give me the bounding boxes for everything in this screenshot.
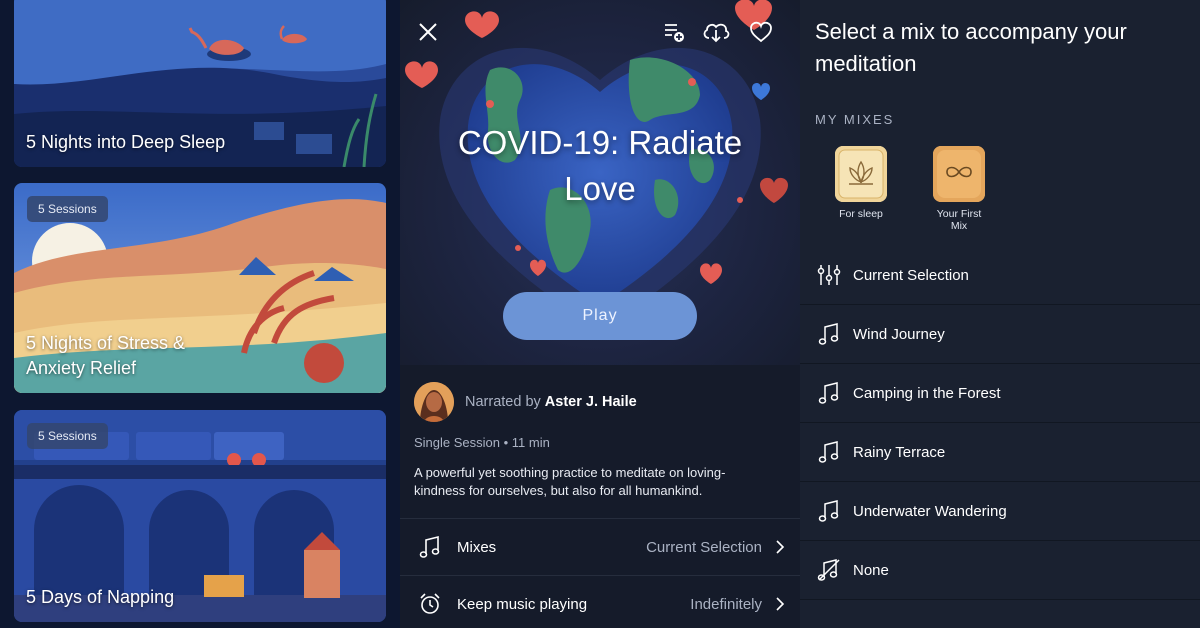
mix-option-label: None	[853, 561, 889, 579]
program-card-title: 5 Nights into Deep Sleep	[26, 132, 226, 152]
avatar	[414, 382, 454, 422]
music-note-icon	[416, 533, 444, 561]
mix-option-label: Underwater Wandering	[853, 502, 1007, 520]
music-off-icon	[816, 557, 842, 583]
program-list: 5 Nights into Deep Sleep 5 Sessions 5 Ni…	[0, 0, 400, 628]
music-note-icon	[816, 439, 842, 465]
mix-selector-heading: Select a mix to accompany your meditatio…	[815, 19, 1127, 76]
narrator-name: Aster J. Haile	[544, 394, 637, 410]
narrator-info[interactable]: Narrated by Aster J. Haile	[414, 382, 637, 422]
mix-option-underwater-wandering[interactable]: Underwater Wandering	[800, 482, 1200, 541]
mix-option-none[interactable]: None	[800, 541, 1200, 600]
mix-tile-label: For sleep	[839, 208, 883, 220]
close-icon[interactable]	[414, 18, 442, 46]
mix-tile-label: Your First Mix	[936, 208, 982, 232]
download-icon[interactable]	[702, 18, 730, 46]
chevron-right-icon	[776, 597, 785, 611]
infinity-icon	[933, 146, 985, 202]
program-card-title: 5 Days of Napping	[26, 587, 175, 607]
session-count-badge: 5 Sessions	[27, 196, 108, 222]
mix-option-wind-journey[interactable]: Wind Journey	[800, 305, 1200, 364]
mix-tile-for-sleep[interactable]: For sleep	[826, 146, 896, 220]
program-card-title: 5 Nights of Stress & Anxiety Relief	[26, 333, 186, 378]
mix-option-label: Wind Journey	[853, 325, 945, 343]
music-note-icon	[816, 321, 842, 347]
mix-option-label: Current Selection	[853, 266, 969, 284]
music-note-icon	[816, 498, 842, 524]
narrator-prefix: Narrated by	[465, 394, 541, 410]
sliders-icon	[816, 262, 842, 288]
alarm-clock-icon	[416, 590, 444, 618]
my-mixes-label: MY MIXES	[815, 112, 895, 127]
session-count-badge: 5 Sessions	[27, 423, 108, 449]
keep-music-value: Indefinitely	[690, 595, 762, 613]
mixes-setting-row[interactable]: Mixes Current Selection	[400, 518, 800, 575]
keep-music-label: Keep music playing	[457, 595, 588, 613]
play-button[interactable]: Play	[503, 292, 697, 340]
lotus-icon	[835, 146, 887, 202]
narrator-text: Narrated by Aster J. Haile	[465, 394, 637, 410]
keep-music-playing-row[interactable]: Keep music playing Indefinitely	[400, 575, 800, 628]
music-note-icon	[816, 380, 842, 406]
program-card-stress-relief[interactable]: 5 Sessions 5 Nights of Stress & Anxiety …	[14, 183, 386, 393]
mixes-value: Current Selection	[646, 538, 762, 556]
mixes-label: Mixes	[457, 538, 497, 556]
mix-tile-your-first-mix[interactable]: Your First Mix	[924, 146, 994, 232]
session-title: COVID-19: Radiate Love	[457, 124, 743, 207]
session-meta: Single Session • 11 min	[414, 435, 550, 450]
mix-option-camping-in-the-forest[interactable]: Camping in the Forest	[800, 364, 1200, 423]
program-card-napping[interactable]: 5 Sessions 5 Days of Napping	[14, 410, 386, 622]
mix-option-rainy-terrace[interactable]: Rainy Terrace	[800, 423, 1200, 482]
mix-option-current-selection[interactable]: Current Selection	[800, 246, 1200, 305]
add-to-queue-icon[interactable]	[660, 18, 688, 46]
heart-icon[interactable]	[747, 18, 775, 46]
session-description: A powerful yet soothing practice to medi…	[414, 465, 726, 498]
mix-option-label: Rainy Terrace	[853, 443, 946, 461]
chevron-right-icon	[776, 540, 785, 554]
session-detail: COVID-19: Radiate Love Play Narrated by …	[400, 0, 800, 628]
mix-selector: Select a mix to accompany your meditatio…	[800, 0, 1200, 628]
mix-option-label: Camping in the Forest	[853, 384, 1001, 402]
program-card-deep-sleep[interactable]: 5 Nights into Deep Sleep	[14, 0, 386, 167]
